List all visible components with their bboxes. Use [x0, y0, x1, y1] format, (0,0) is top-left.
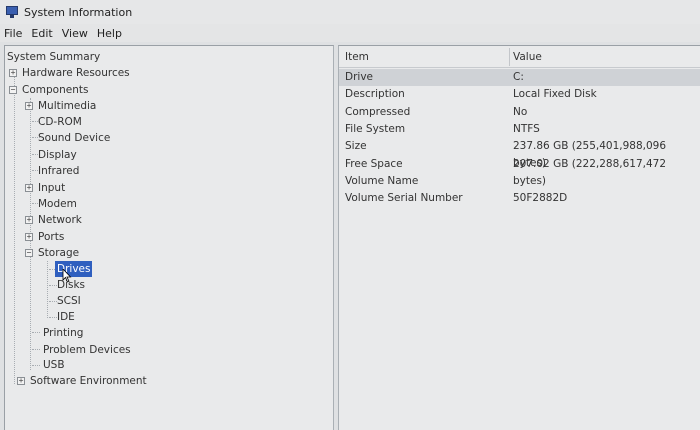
details-header: Item Value [339, 46, 700, 68]
collapse-icon[interactable]: − [9, 86, 17, 94]
expand-icon[interactable]: + [9, 69, 17, 77]
tree-label: Problem Devices [43, 344, 131, 356]
tree-item-sound-device[interactable]: Sound Device [5, 130, 325, 146]
tree-item-infrared[interactable]: Infrared [5, 163, 325, 179]
details-row-volume-serial-number[interactable]: Volume Serial Number 50F2882D [339, 190, 700, 207]
row-value: No [513, 106, 528, 118]
tree-item-printing[interactable]: Printing [5, 325, 325, 341]
tree-label: Printing [43, 327, 84, 339]
details-row-volume-name[interactable]: Volume Name [339, 173, 700, 190]
expand-icon[interactable]: + [25, 184, 33, 192]
tree-item-software-environment[interactable]: + Software Environment [5, 373, 325, 389]
tree-label: Software Environment [30, 375, 147, 387]
title-bar: System Information [0, 0, 700, 24]
menu-help[interactable]: Help [97, 27, 128, 40]
menu-edit[interactable]: Edit [31, 27, 58, 40]
tree-label: IDE [57, 311, 75, 323]
tree-label: Multimedia [38, 100, 97, 112]
tree-item-problem-devices[interactable]: Problem Devices [5, 342, 325, 358]
row-item: File System [345, 123, 406, 135]
row-item: Size [345, 140, 367, 152]
tree-item-modem[interactable]: Modem [5, 196, 325, 212]
tree-label: Display [38, 149, 77, 161]
details-row-description[interactable]: Description Local Fixed Disk [339, 86, 700, 103]
tree-item-storage[interactable]: − Storage [5, 245, 325, 261]
tree-label: Components [22, 84, 89, 96]
expand-icon[interactable]: + [17, 377, 25, 385]
tree-item-input[interactable]: + Input [5, 180, 325, 196]
details-row-free-space[interactable]: Free Space 207.02 GB (222,288,617,472 by… [339, 156, 700, 187]
row-item: Compressed [345, 106, 411, 118]
collapse-icon[interactable]: − [25, 249, 33, 257]
tree-label: USB [43, 359, 65, 371]
row-item: Drive [345, 71, 373, 83]
tree-label: Hardware Resources [22, 67, 130, 79]
tree-label: CD-ROM [38, 116, 82, 128]
row-item: Volume Serial Number [345, 192, 463, 204]
details-pane: Item Value Drive C: Description Local Fi… [338, 45, 700, 430]
details-row-size[interactable]: Size 237.86 GB (255,401,988,096 bytes) [339, 138, 700, 169]
tree-item-cd-rom[interactable]: CD-ROM [5, 114, 325, 130]
tree-item-ports[interactable]: + Ports [5, 229, 325, 245]
details-row-compressed[interactable]: Compressed No [339, 104, 700, 121]
tree-label-selected: Drives [55, 261, 93, 277]
tree-item-drives[interactable]: Drives [5, 261, 325, 277]
row-item: Free Space [345, 158, 403, 170]
expand-icon[interactable]: + [25, 102, 33, 110]
category-tree[interactable]: System Summary + Hardware Resources − Co… [4, 45, 334, 430]
menu-view[interactable]: View [62, 27, 94, 40]
mouse-pointer-icon [62, 269, 72, 283]
row-value: NTFS [513, 123, 540, 135]
tree-item-display[interactable]: Display [5, 147, 325, 163]
row-value: Local Fixed Disk [513, 88, 597, 100]
tree-label: Infrared [38, 165, 80, 177]
expand-icon[interactable]: + [25, 216, 33, 224]
expand-icon[interactable]: + [25, 233, 33, 241]
row-value: 50F2882D [513, 192, 568, 204]
tree-item-multimedia[interactable]: + Multimedia [5, 98, 325, 114]
tree-item-usb[interactable]: USB [5, 357, 325, 373]
tree-item-components[interactable]: − Components [5, 82, 325, 98]
tree-label: Network [38, 214, 82, 226]
tree-item-hardware-resources[interactable]: + Hardware Resources [5, 65, 325, 81]
tree-item-network[interactable]: + Network [5, 212, 325, 228]
window-title: System Information [24, 5, 133, 19]
tree-label: Storage [38, 247, 80, 259]
column-header-item[interactable]: Item [345, 46, 369, 68]
row-value: C: [513, 71, 524, 83]
tree-label: Ports [38, 231, 65, 243]
details-row-drive[interactable]: Drive C: [339, 69, 700, 86]
tree-item-scsi[interactable]: SCSI [5, 293, 325, 309]
tree-label: SCSI [57, 295, 81, 307]
tree-label: Modem [38, 198, 77, 210]
tree-item-ide[interactable]: IDE [5, 309, 325, 325]
menu-file[interactable]: File [4, 27, 28, 40]
tree-label: Input [38, 182, 66, 194]
column-header-value[interactable]: Value [513, 46, 542, 68]
tree-item-disks[interactable]: Disks [5, 277, 325, 293]
tree-label: System Summary [7, 51, 101, 63]
tree-label: Sound Device [38, 132, 111, 144]
column-divider[interactable] [509, 48, 510, 66]
row-item: Volume Name [345, 175, 419, 187]
row-item: Description [345, 88, 405, 100]
details-row-file-system[interactable]: File System NTFS [339, 121, 700, 138]
menu-bar: File Edit View Help [0, 24, 700, 42]
tree-item-system-summary[interactable]: System Summary [5, 49, 325, 65]
system-information-icon [6, 6, 18, 18]
